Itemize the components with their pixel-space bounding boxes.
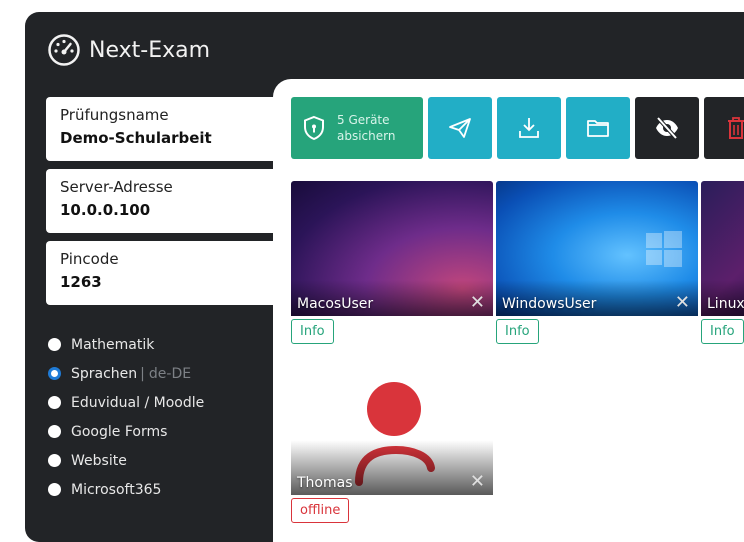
screenshot-thumbnail[interactable]: Thomas ✕ bbox=[291, 362, 493, 495]
eye-off-icon bbox=[656, 116, 678, 140]
student-tile[interactable]: WindowsUser ✕ Info bbox=[496, 181, 698, 344]
screenshot-thumbnail[interactable]: MacosUser ✕ bbox=[291, 181, 493, 316]
radio-dot[interactable] bbox=[48, 483, 61, 496]
secure-devices-label: 5 Geräte absichern bbox=[337, 112, 395, 144]
close-icon[interactable]: ✕ bbox=[675, 294, 690, 312]
mode-label: Eduvidual / Moodle bbox=[71, 394, 205, 411]
screenshot-thumbnail[interactable]: WindowsUser ✕ bbox=[496, 181, 698, 316]
radio-dot[interactable] bbox=[48, 338, 61, 351]
shield-icon bbox=[304, 115, 324, 141]
pincode-value: 1263 bbox=[60, 273, 102, 291]
mode-microsoft365[interactable]: Microsoft365 bbox=[48, 475, 204, 504]
app-title: Next-Exam bbox=[89, 37, 211, 63]
student-tile[interactable]: Linux Info bbox=[701, 181, 744, 344]
exam-name-value: Demo-Schularbeit bbox=[60, 129, 212, 147]
close-icon[interactable]: ✕ bbox=[470, 473, 485, 491]
server-address-value: 10.0.0.100 bbox=[60, 201, 151, 219]
mode-sprachen[interactable]: Sprachen | de-DE bbox=[48, 359, 204, 388]
secure-devices-action: absichern bbox=[337, 129, 396, 143]
mode-label: Sprachen bbox=[71, 365, 138, 382]
delete-button[interactable] bbox=[704, 97, 744, 159]
exam-mode-list: Mathematik Sprachen | de-DE Eduvidual / … bbox=[48, 330, 204, 504]
trash-icon bbox=[728, 117, 744, 139]
pincode-field[interactable]: Pincode 1263 bbox=[46, 241, 286, 305]
open-folder-button[interactable] bbox=[566, 97, 630, 159]
download-icon bbox=[519, 118, 539, 138]
mode-label: Microsoft365 bbox=[71, 481, 162, 498]
radio-dot[interactable] bbox=[48, 454, 61, 467]
send-icon bbox=[449, 118, 471, 138]
mode-mathematik[interactable]: Mathematik bbox=[48, 330, 204, 359]
student-name: Thomas bbox=[297, 475, 353, 491]
secure-devices-button[interactable]: 5 Geräte absichern bbox=[291, 97, 423, 159]
status-badge: offline bbox=[291, 498, 350, 523]
students-panel: 5 Geräte absichern MacosUser ✕ Info Wind… bbox=[273, 79, 744, 542]
mode-google-forms[interactable]: Google Forms bbox=[48, 417, 204, 446]
server-address-label: Server-Adresse bbox=[60, 178, 173, 196]
mode-eduvidual-moodle[interactable]: Eduvidual / Moodle bbox=[48, 388, 204, 417]
app-header: Next-Exam bbox=[47, 33, 210, 67]
send-file-button[interactable] bbox=[428, 97, 492, 159]
radio-dot[interactable] bbox=[48, 425, 61, 438]
info-button[interactable]: Info bbox=[496, 319, 539, 344]
secure-devices-count: 5 Geräte bbox=[337, 113, 390, 127]
mode-label: Google Forms bbox=[71, 423, 168, 440]
language-label: de-DE bbox=[148, 365, 192, 382]
pincode-label: Pincode bbox=[60, 250, 119, 268]
hide-screens-button[interactable] bbox=[635, 97, 699, 159]
toolbar: 5 Geräte absichern bbox=[291, 97, 744, 159]
student-name: Linux bbox=[707, 296, 744, 312]
mode-label: Mathematik bbox=[71, 336, 155, 353]
info-button[interactable]: Info bbox=[291, 319, 334, 344]
radio-dot-checked[interactable] bbox=[48, 367, 61, 380]
info-button[interactable]: Info bbox=[701, 319, 744, 344]
close-icon[interactable]: ✕ bbox=[470, 294, 485, 312]
student-tile[interactable]: Thomas ✕ offline bbox=[291, 362, 493, 523]
download-button[interactable] bbox=[497, 97, 561, 159]
server-address-field[interactable]: Server-Adresse 10.0.0.100 bbox=[46, 169, 286, 233]
exam-name-label: Prüfungsname bbox=[60, 106, 169, 124]
student-name: WindowsUser bbox=[502, 296, 597, 312]
mode-label: Website bbox=[71, 452, 127, 469]
exam-name-field[interactable]: Prüfungsname Demo-Schularbeit bbox=[46, 97, 286, 161]
student-name: MacosUser bbox=[297, 296, 374, 312]
screenshot-thumbnail[interactable]: Linux bbox=[701, 181, 744, 316]
windows-logo-icon bbox=[646, 231, 682, 267]
radio-dot[interactable] bbox=[48, 396, 61, 409]
mode-separator: | bbox=[140, 365, 145, 382]
app-window: Next-Exam Prüfungsname Demo-Schularbeit … bbox=[25, 12, 744, 542]
mode-website[interactable]: Website bbox=[48, 446, 204, 475]
folder-icon bbox=[587, 120, 609, 137]
gauge-icon bbox=[48, 34, 80, 66]
student-tile[interactable]: MacosUser ✕ Info bbox=[291, 181, 493, 344]
